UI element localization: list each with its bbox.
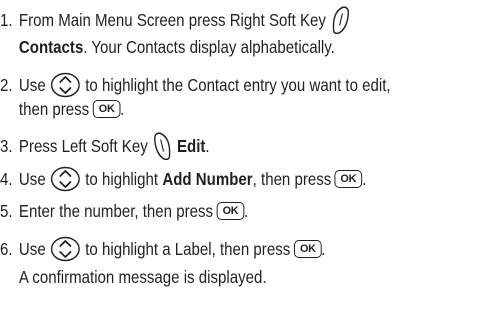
step-6-line: 6. Use to highlight a Label, then press … bbox=[0, 236, 325, 262]
step-text: . bbox=[321, 239, 326, 259]
step-number: 5. bbox=[0, 201, 13, 221]
step-2-line-2: then press OK . bbox=[0, 98, 124, 120]
step-6-note: A confirmation message is displayed. bbox=[0, 266, 267, 288]
step-text: Enter the number, then press bbox=[18, 201, 214, 221]
step-2-line-1: 2. Use to highlight the Contact entry yo… bbox=[0, 72, 391, 98]
step-1-line-2: Contacts . Your Contacts display alphabe… bbox=[0, 36, 335, 58]
step-text: , then press bbox=[252, 169, 332, 189]
left-soft-key-icon bbox=[153, 132, 171, 160]
contacts-label: Contacts bbox=[18, 37, 84, 57]
ok-key-icon: OK bbox=[92, 100, 121, 118]
step-5-line: 5. Enter the number, then press OK . bbox=[0, 200, 248, 222]
ok-key-icon: OK bbox=[334, 170, 363, 188]
step-text: then press bbox=[18, 99, 90, 119]
right-soft-key-icon bbox=[332, 6, 349, 34]
step-3-line: 3. Press Left Soft Key Edit . bbox=[0, 132, 210, 160]
step-text: From Main Menu Screen press Right Soft K… bbox=[18, 10, 326, 30]
step-text: Press Left Soft Key bbox=[18, 136, 148, 156]
up-down-navigation-key-icon bbox=[51, 166, 80, 192]
confirmation-note: A confirmation message is displayed. bbox=[18, 267, 267, 287]
step-text: Use bbox=[18, 75, 46, 95]
step-text: Use bbox=[18, 169, 46, 189]
step-text: to highlight a Label, then press bbox=[85, 239, 291, 259]
step-number: 2. bbox=[0, 75, 13, 95]
add-number-label: Add Number bbox=[162, 169, 253, 189]
step-text: to highlight bbox=[85, 169, 159, 189]
step-text: . bbox=[362, 169, 367, 189]
ok-key-icon: OK bbox=[216, 202, 245, 220]
up-down-navigation-key-icon bbox=[51, 72, 80, 98]
step-1-line-1: 1. From Main Menu Screen press Right Sof… bbox=[0, 6, 355, 34]
step-text: . bbox=[243, 201, 249, 221]
edit-label: Edit bbox=[176, 136, 206, 156]
ok-key-icon: OK bbox=[293, 240, 322, 258]
step-text: Use bbox=[18, 239, 46, 259]
step-4-line: 4. Use to highlight Add Number , then pr… bbox=[0, 166, 366, 192]
step-number: 3. bbox=[0, 136, 13, 156]
step-text: . bbox=[120, 99, 125, 119]
instruction-document: 1. From Main Menu Screen press Right Sof… bbox=[0, 0, 481, 309]
step-number: 4. bbox=[0, 169, 13, 189]
step-text: . bbox=[205, 136, 210, 156]
step-number: 1. bbox=[0, 10, 13, 30]
step-text: . Your Contacts display alphabetically. bbox=[83, 37, 335, 57]
up-down-navigation-key-icon bbox=[51, 236, 80, 262]
step-number: 6. bbox=[0, 239, 13, 259]
step-text: to highlight the Contact entry you want … bbox=[85, 75, 391, 95]
